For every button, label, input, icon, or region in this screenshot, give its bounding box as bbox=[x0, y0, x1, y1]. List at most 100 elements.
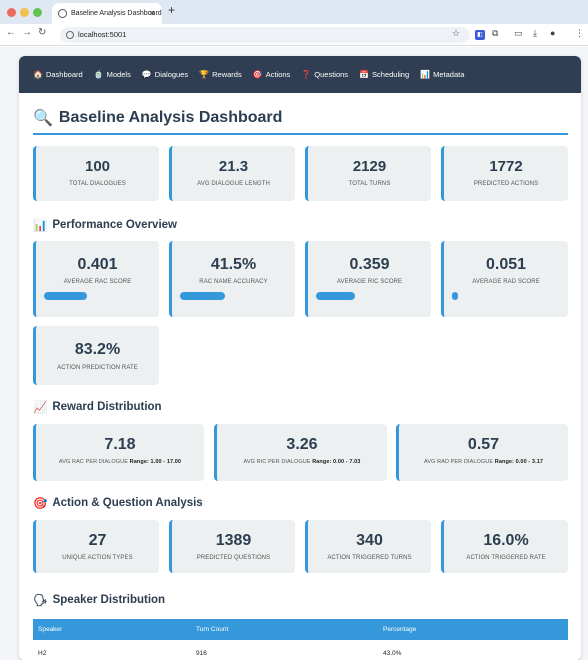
extensions-puzzle-icon[interactable]: ⧉ bbox=[492, 28, 498, 39]
stat-value: 21.3 bbox=[218, 158, 249, 175]
bar-chart-icon: 📊 bbox=[420, 70, 431, 79]
browser-tab[interactable]: Baseline Analysis Dashboard × bbox=[52, 3, 162, 24]
reward-card-rad: 0.57 AVG RAD PER DIALOGUE Range: 0.00 - … bbox=[396, 424, 568, 481]
action-value: 340 bbox=[356, 532, 383, 549]
trend-chart-icon: 📈 bbox=[33, 402, 48, 414]
tab-title: Baseline Analysis Dashboard bbox=[71, 10, 162, 17]
forward-icon[interactable]: → bbox=[22, 27, 32, 38]
reward-card-rac: 7.18 AVG RAC PER DIALOGUE Range: 1.00 - … bbox=[33, 424, 204, 481]
reward-range: Range: 1.00 - 17.00 bbox=[129, 459, 182, 465]
stat-label: PREDICTED ACTIONS bbox=[473, 181, 539, 187]
reward-label-text: AVG RAC PER DIALOGUE bbox=[58, 459, 129, 465]
download-icon[interactable]: ⤓ bbox=[533, 28, 537, 39]
menu-kebab-icon[interactable]: ⋮ bbox=[575, 28, 584, 39]
calendar-icon: 📅 bbox=[359, 70, 370, 79]
action-card-unique-types: 27 UNIQUE ACTION TYPES bbox=[33, 520, 159, 573]
metric-card-rac-name-accuracy: 41.5% RAC NAME ACCURACY bbox=[169, 241, 295, 317]
nav-questions[interactable]: ❓ Questions bbox=[301, 70, 348, 79]
tab-close-icon[interactable]: × bbox=[150, 3, 155, 24]
nav-scheduling[interactable]: 📅 Scheduling bbox=[359, 70, 409, 79]
progress-bar bbox=[452, 292, 458, 300]
reward-label: AVG RAD PER DIALOGUE Range: 0.00 - 3.17 bbox=[399, 459, 568, 465]
reward-card-ric: 3.26 AVG RIC PER DIALOGUE Range: 0.00 - … bbox=[214, 424, 387, 481]
bar-chart-icon: 📊 bbox=[33, 220, 48, 232]
reward-range: Range: 0.00 - 7.03 bbox=[312, 459, 361, 465]
nav-rewards[interactable]: 🏆 Rewards bbox=[199, 70, 242, 79]
progress-bar bbox=[44, 292, 87, 300]
progress-bar bbox=[180, 292, 225, 300]
metric-card-ric-score: 0.359 AVERAGE RIC SCORE bbox=[305, 241, 431, 317]
target-icon: 🎯 bbox=[33, 498, 48, 510]
minimize-window-icon[interactable] bbox=[20, 8, 29, 17]
nav-label: Metadata bbox=[433, 70, 465, 79]
reward-value: 3.26 bbox=[286, 436, 318, 453]
reload-icon[interactable]: ↻ bbox=[38, 27, 46, 38]
maximize-window-icon[interactable] bbox=[33, 8, 42, 17]
metric-card-action-prediction-rate: 83.2% ACTION PREDICTION RATE bbox=[33, 326, 159, 385]
nav-dialogues[interactable]: 💬 Dialogues bbox=[142, 70, 188, 79]
nav-label: Models bbox=[106, 70, 131, 79]
reward-label-text: AVG RAD PER DIALOGUE bbox=[423, 459, 494, 465]
title-divider bbox=[33, 133, 568, 135]
metric-value: 83.2% bbox=[74, 341, 121, 358]
bookmark-star-icon[interactable]: ☆ bbox=[452, 28, 460, 39]
action-value: 1389 bbox=[215, 532, 252, 549]
action-value: 27 bbox=[88, 532, 107, 549]
stat-card-total-turns: 2129 TOTAL TURNS bbox=[305, 146, 431, 201]
stat-label: AVG DIALOGUE LENGTH bbox=[197, 181, 270, 187]
nav-metadata[interactable]: 📊 Metadata bbox=[420, 70, 464, 79]
site-info-icon[interactable] bbox=[66, 31, 74, 39]
stat-value: 1772 bbox=[489, 158, 523, 175]
action-card-triggered-turns: 340 ACTION TRIGGERED TURNS bbox=[305, 520, 431, 573]
speech-bubble-icon: 💬 bbox=[141, 70, 152, 79]
nav-dashboard[interactable]: 🏠 Dashboard bbox=[33, 70, 83, 79]
action-label: PREDICTED QUESTIONS bbox=[196, 555, 271, 561]
table-header: Speaker Turn Count Percentage bbox=[33, 619, 568, 640]
cell-percentage: 43.0% bbox=[383, 650, 402, 657]
nav-label: Actions bbox=[265, 70, 291, 79]
back-icon[interactable]: ← bbox=[6, 27, 16, 38]
question-icon: ❓ bbox=[301, 70, 312, 79]
sidepanel-icon[interactable]: ▭ bbox=[514, 28, 523, 39]
target-icon: 🎯 bbox=[252, 70, 263, 79]
reward-range: Range: 0.00 - 3.17 bbox=[494, 459, 544, 465]
speaker-icon: 🗣 bbox=[33, 595, 48, 607]
url-text: localhost:5001 bbox=[78, 30, 127, 39]
column-header-turn-count: Turn Count bbox=[196, 626, 229, 633]
reward-label: AVG RIC PER DIALOGUE Range: 0.00 - 7.03 bbox=[217, 459, 387, 465]
globe-icon bbox=[58, 9, 67, 18]
top-navigation: 🏠 Dashboard 🍵 Models 💬 Dialogues 🏆 Rewards 🎯… bbox=[19, 56, 581, 93]
home-icon: 🏠 bbox=[33, 70, 43, 79]
stat-label: TOTAL DIALOGUES bbox=[69, 181, 126, 187]
metric-value: 41.5% bbox=[210, 256, 257, 273]
nav-label: Questions bbox=[314, 70, 349, 79]
reward-label: AVG RAC PER DIALOGUE Range: 1.00 - 17.00 bbox=[36, 459, 204, 465]
metric-label: ACTION PREDICTION RATE bbox=[57, 365, 138, 371]
new-tab-button[interactable]: + bbox=[168, 3, 175, 17]
extension-icon[interactable]: ◧ bbox=[475, 30, 485, 40]
action-card-triggered-rate: 16.0% ACTION TRIGGERED RATE bbox=[441, 520, 568, 573]
address-bar[interactable]: localhost:5001 bbox=[60, 27, 470, 43]
column-header-speaker: Speaker bbox=[38, 626, 63, 633]
nav-models[interactable]: 🍵 Models bbox=[94, 70, 131, 79]
close-window-icon[interactable] bbox=[7, 8, 16, 17]
metric-label: AVERAGE RAD SCORE bbox=[472, 279, 540, 285]
action-label: ACTION TRIGGERED TURNS bbox=[327, 555, 412, 561]
stat-card-total-dialogues: 100 TOTAL DIALOGUES bbox=[33, 146, 159, 201]
page-title: 🔍 Baseline Analysis Dashboard bbox=[33, 108, 282, 128]
cell-speaker: H2 bbox=[38, 650, 47, 657]
action-label: ACTION TRIGGERED RATE bbox=[466, 555, 546, 561]
nav-actions[interactable]: 🎯 Actions bbox=[253, 70, 291, 79]
section-title: Speaker Distribution bbox=[52, 594, 166, 606]
stat-card-predicted-actions: 1772 PREDICTED ACTIONS bbox=[441, 146, 568, 201]
nav-label: Dialogues bbox=[154, 70, 189, 79]
column-header-percentage: Percentage bbox=[383, 626, 417, 633]
profile-avatar-icon[interactable]: ● bbox=[550, 28, 555, 38]
metric-value: 0.359 bbox=[349, 256, 390, 273]
trophy-icon: 🏆 bbox=[199, 70, 210, 79]
metric-label: AVERAGE RIC SCORE bbox=[336, 279, 403, 285]
stat-card-avg-dialogue-length: 21.3 AVG DIALOGUE LENGTH bbox=[169, 146, 295, 201]
metric-card-rad-score: 0.051 AVERAGE RAD SCORE bbox=[441, 241, 568, 317]
action-card-predicted-questions: 1389 PREDICTED QUESTIONS bbox=[169, 520, 295, 573]
stat-value: 2129 bbox=[352, 158, 387, 175]
